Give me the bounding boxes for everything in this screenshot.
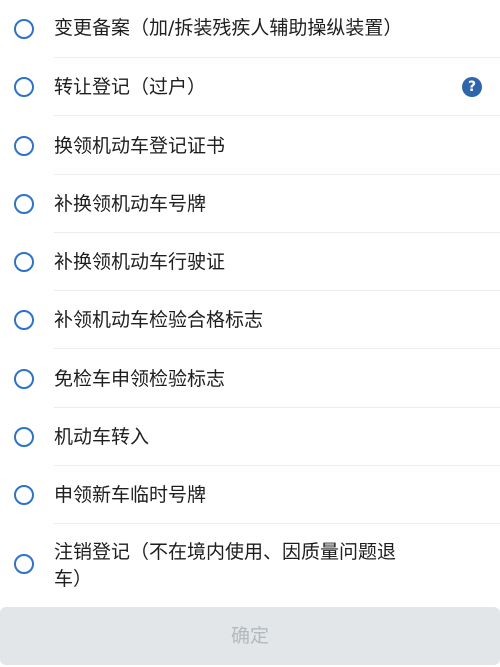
option-row[interactable]: 补换领机动车号牌 <box>0 175 500 233</box>
option-label: 注销登记（不在境内使用、因质量问题退车） <box>54 541 397 590</box>
page: 变更备案（加/拆装残疾人辅助操纵装置） 转让登记（过户） ? 换领机动车登记证书… <box>0 0 500 667</box>
option-label: 机动车转入 <box>54 426 150 448</box>
radio-icon[interactable] <box>14 19 34 39</box>
option-row[interactable]: 变更备案（加/拆装残疾人辅助操纵装置） <box>0 0 500 58</box>
option-row[interactable]: 申领新车临时号牌 <box>0 466 500 524</box>
option-row[interactable]: 转让登记（过户） ? <box>0 58 500 116</box>
option-row[interactable]: 补换领机动车行驶证 <box>0 233 500 291</box>
option-row[interactable]: 免检车申领检验标志 <box>0 350 500 408</box>
radio-icon[interactable] <box>14 369 34 389</box>
option-row[interactable]: 补领机动车检验合格标志 <box>0 291 500 349</box>
help-icon[interactable]: ? <box>462 77 482 97</box>
confirm-bar: 确定 <box>0 605 500 667</box>
radio-icon[interactable] <box>14 427 34 447</box>
radio-icon[interactable] <box>14 194 34 214</box>
option-row[interactable]: 换领机动车登记证书 <box>0 117 500 175</box>
option-label: 申领新车临时号牌 <box>54 484 207 506</box>
radio-icon[interactable] <box>14 310 34 330</box>
radio-icon[interactable] <box>14 136 34 156</box>
divider <box>54 348 500 349</box>
option-label: 转让登记（过户） <box>54 76 207 98</box>
option-label: 免检车申领检验标志 <box>54 368 226 390</box>
option-row[interactable]: 注销登记（不在境内使用、因质量问题退车） <box>0 524 500 604</box>
radio-icon[interactable] <box>14 77 34 97</box>
confirm-button[interactable]: 确定 <box>0 607 500 665</box>
radio-icon[interactable] <box>14 252 34 272</box>
option-label: 补换领机动车行驶证 <box>54 251 226 273</box>
option-label: 变更备案（加/拆装残疾人辅助操纵装置） <box>54 17 403 39</box>
option-label: 换领机动车登记证书 <box>54 135 226 157</box>
radio-icon[interactable] <box>14 554 34 574</box>
option-row[interactable]: 机动车转入 <box>0 408 500 466</box>
radio-icon[interactable] <box>14 485 34 505</box>
option-label: 补领机动车检验合格标志 <box>54 309 264 331</box>
option-label: 补换领机动车号牌 <box>54 193 207 215</box>
divider <box>54 115 500 116</box>
